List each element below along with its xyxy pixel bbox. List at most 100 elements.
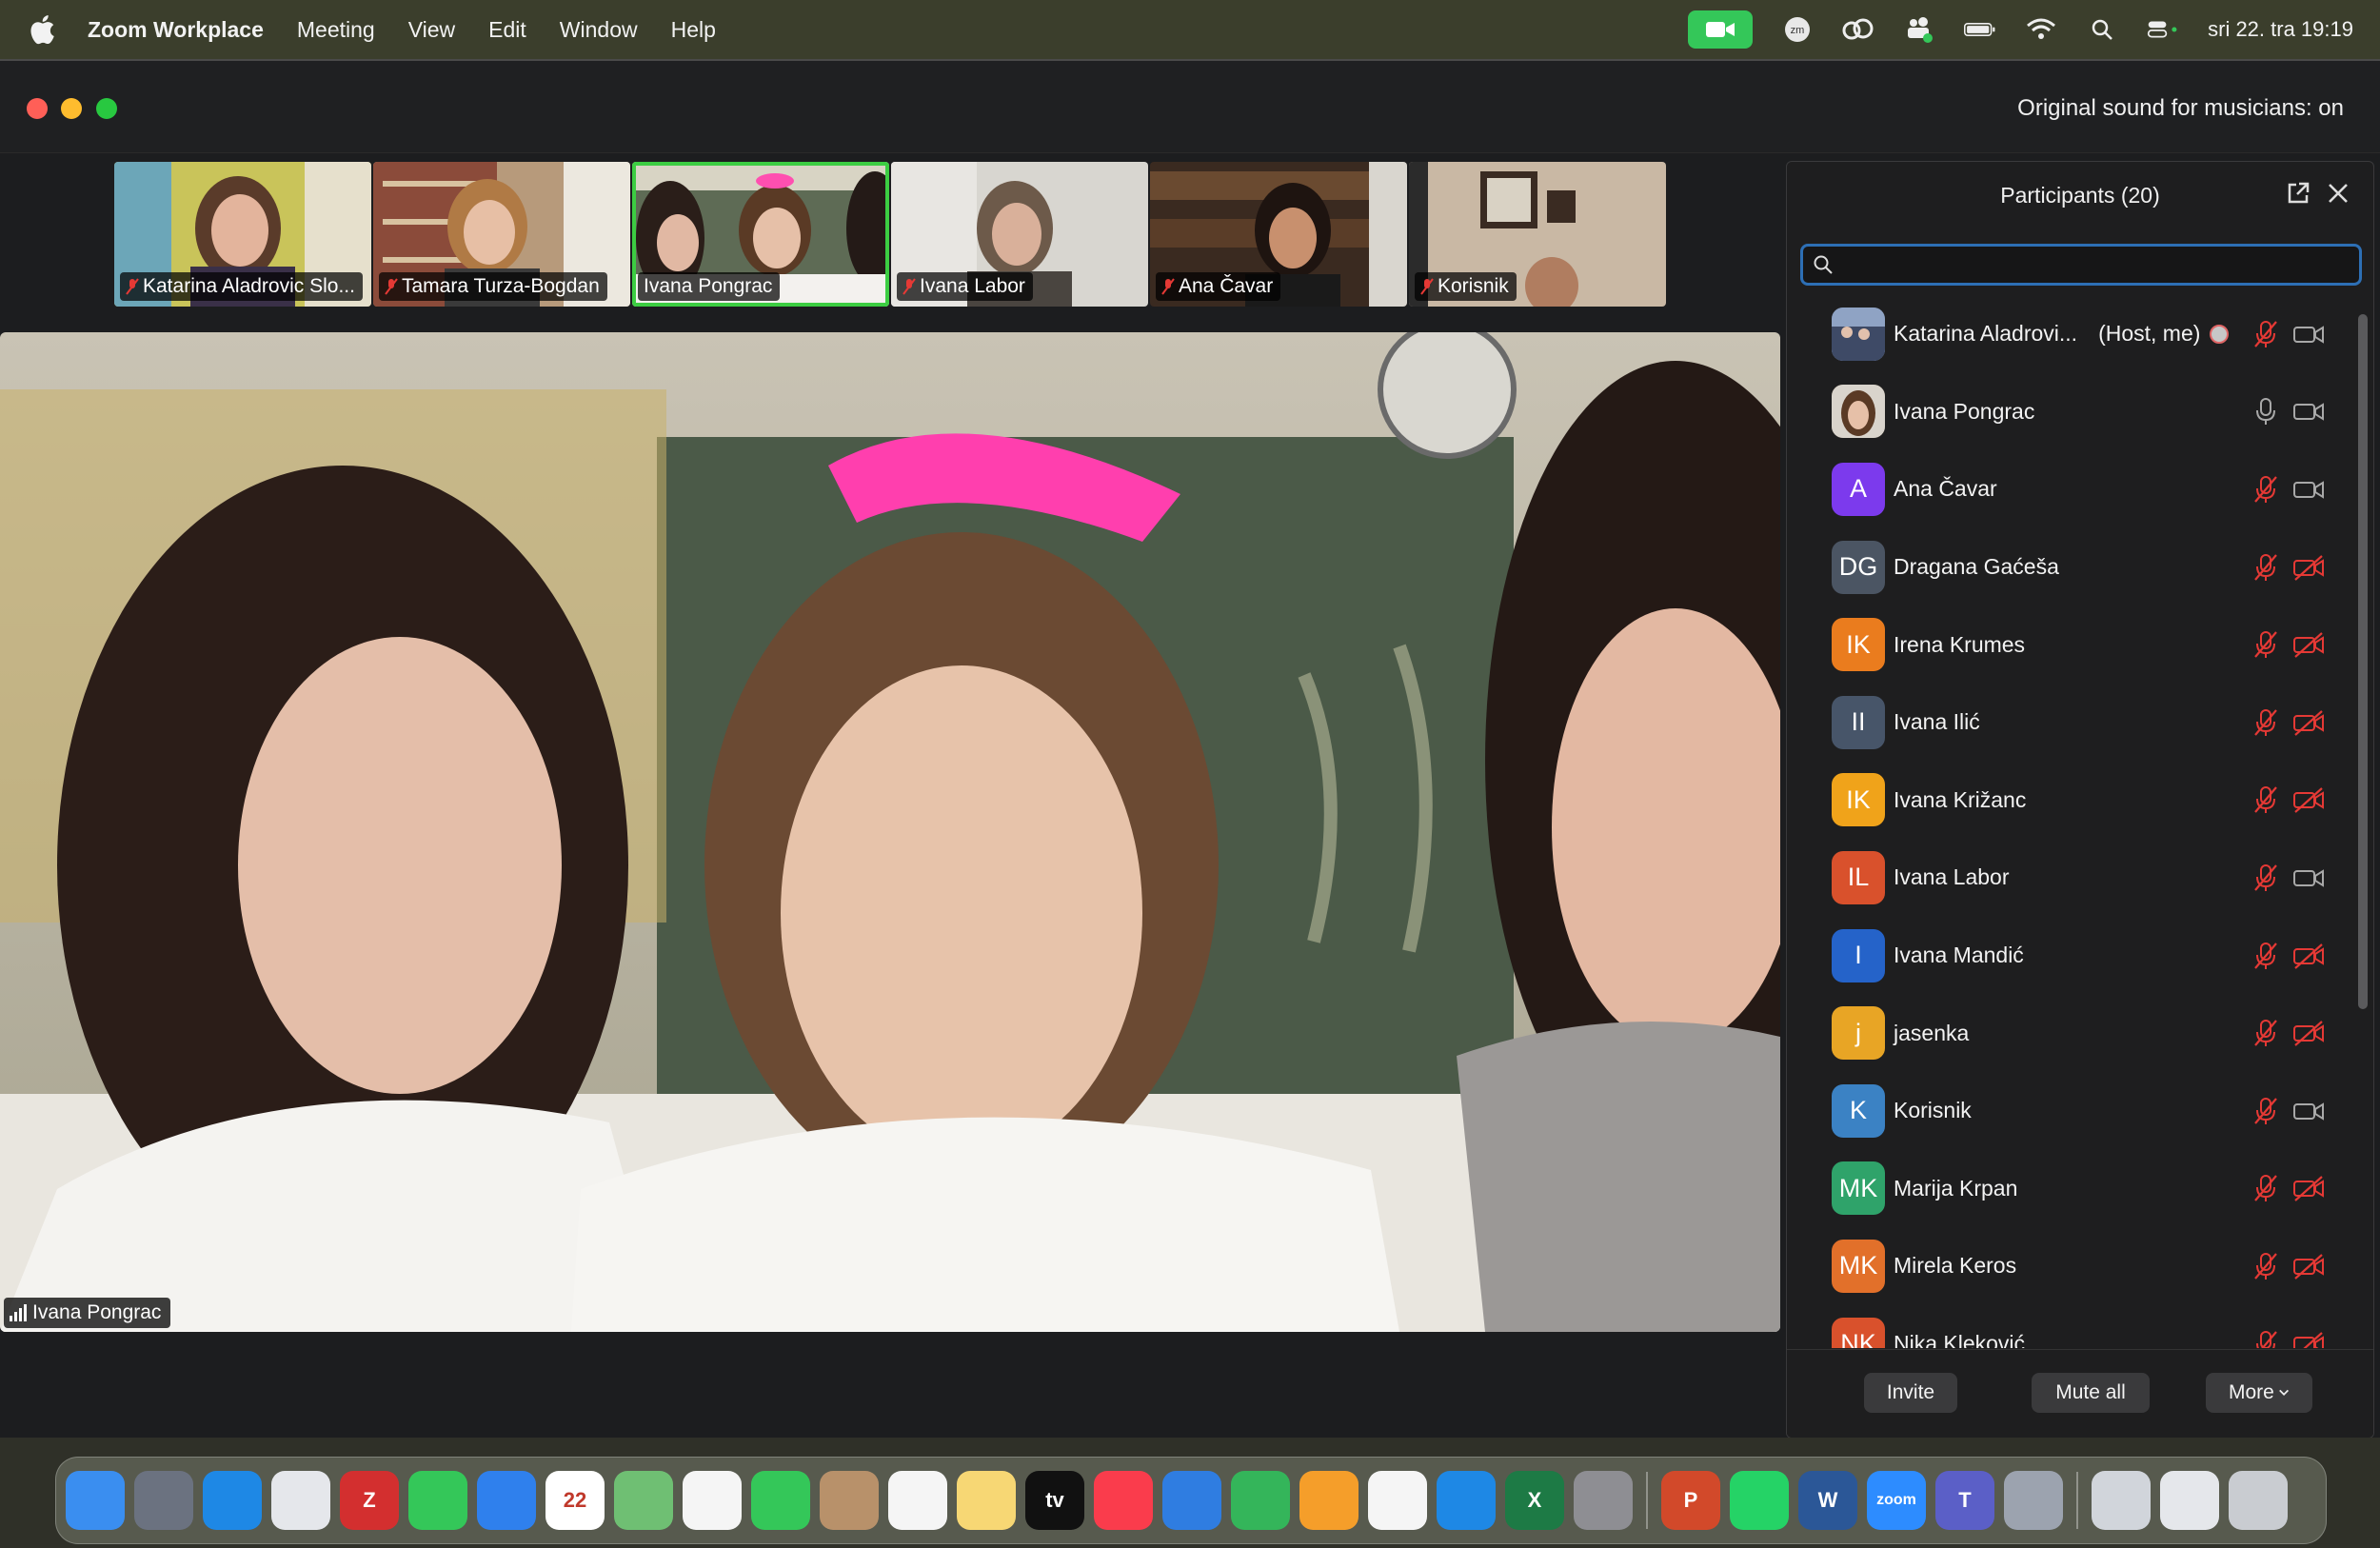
chrome-icon[interactable] [271,1471,330,1530]
camera-on-icon[interactable] [2291,318,2326,350]
reminders-icon[interactable] [888,1471,947,1530]
downloads-icon[interactable] [2092,1471,2151,1530]
muted-mic-icon[interactable] [2250,862,2282,894]
numbers-icon[interactable] [1231,1471,1290,1530]
original-sound-status[interactable]: Original sound for musicians: on [2017,95,2344,122]
participant-row[interactable]: NK Nika Kleković [1787,1305,2358,1348]
calendar-icon[interactable]: 22 [545,1471,605,1530]
participant-row[interactable]: DG Dragana Gaćeša [1787,528,2358,606]
teams-icon[interactable]: T [1935,1471,1994,1530]
muted-mic-icon[interactable] [2250,318,2282,350]
muted-mic-icon[interactable] [2250,1328,2282,1348]
muted-mic-icon[interactable] [2250,473,2282,506]
participant-row[interactable]: IK Irena Krumes [1787,605,2358,684]
excel-icon[interactable]: X [1505,1471,1564,1530]
zotero-icon[interactable]: Z [340,1471,399,1530]
participant-row[interactable]: K Korisnik [1787,1072,2358,1150]
menu-window[interactable]: Window [560,17,638,43]
participant-row[interactable]: IK Ivana Križanc [1787,762,2358,840]
camera-off-icon[interactable] [2291,1017,2326,1049]
participant-row[interactable]: I Ivana Mandić [1787,917,2358,995]
menu-app-name[interactable]: Zoom Workplace [88,17,264,43]
video-thumbnail[interactable]: Katarina Aladrovic Slo... [114,162,371,307]
music-icon[interactable] [1094,1471,1153,1530]
participants-scrollbar[interactable] [2358,314,2368,1009]
powerpoint-icon[interactable]: P [1661,1471,1720,1530]
notes-icon[interactable] [957,1471,1016,1530]
camera-off-icon[interactable] [2291,940,2326,972]
more-button[interactable]: More [2206,1373,2312,1413]
menu-view[interactable]: View [408,17,455,43]
window-minimize-button[interactable] [61,98,82,119]
participant-search-input[interactable] [1841,248,2340,281]
photos-icon[interactable] [683,1471,742,1530]
active-speaker-video[interactable]: Ivana Pongrac [0,332,1780,1332]
video-thumbnail-active-speaker[interactable]: Ivana Pongrac [632,162,889,307]
menu-edit[interactable]: Edit [488,17,526,43]
participant-row[interactable]: Katarina Aladrovi... (Host, me) [1787,295,2358,373]
mail-icon[interactable] [477,1471,536,1530]
control-center-icon[interactable] [2147,13,2179,46]
maps-icon[interactable] [614,1471,673,1530]
menu-meeting[interactable]: Meeting [297,17,375,43]
preview-icon[interactable] [2004,1471,2063,1530]
close-icon[interactable] [2326,181,2350,206]
camera-on-icon[interactable] [2291,1095,2326,1127]
participant-row[interactable]: j jasenka [1787,994,2358,1072]
mic-on-icon[interactable] [2250,395,2282,427]
safari-icon[interactable] [203,1471,262,1530]
participant-row[interactable]: Ivana Pongrac [1787,373,2358,451]
camera-off-icon[interactable] [2291,706,2326,739]
whatsapp-icon[interactable] [1730,1471,1789,1530]
camera-in-use-icon[interactable] [1688,10,1754,49]
menu-help[interactable]: Help [671,17,716,43]
facetime-icon[interactable] [751,1471,810,1530]
launchpad-icon[interactable] [134,1471,193,1530]
appletv-icon[interactable]: tv [1025,1471,1084,1530]
apple-menu-icon[interactable] [29,13,55,46]
teams-status-icon[interactable] [1903,13,1935,46]
window-close-button[interactable] [27,98,48,119]
camera-on-icon[interactable] [2291,862,2326,894]
contacts-icon[interactable] [820,1471,879,1530]
camera-off-icon[interactable] [2291,1250,2326,1282]
participant-row[interactable]: MK Marija Krpan [1787,1150,2358,1228]
finder-icon[interactable] [66,1471,125,1530]
settings-icon[interactable] [1574,1471,1633,1530]
trash-icon[interactable] [2229,1471,2288,1530]
video-thumbnail[interactable]: Ivana Labor [891,162,1148,307]
camera-on-icon[interactable] [2291,395,2326,427]
zoom-icon[interactable]: zoom [1867,1471,1926,1530]
participant-row[interactable]: IL Ivana Labor [1787,839,2358,917]
appstore-icon[interactable] [1437,1471,1496,1530]
muted-mic-icon[interactable] [2250,784,2282,816]
pages-icon[interactable] [1299,1471,1359,1530]
muted-mic-icon[interactable] [2250,1095,2282,1127]
camera-on-icon[interactable] [2291,473,2326,506]
camera-off-icon[interactable] [2291,551,2326,584]
camera-off-icon[interactable] [2291,628,2326,661]
battery-icon[interactable] [1964,13,1996,46]
video-thumbnail[interactable]: Ana Čavar [1150,162,1407,307]
video-thumbnail[interactable]: Tamara Turza-Bogdan [373,162,630,307]
participant-row[interactable]: II Ivana Ilić [1787,684,2358,762]
camera-off-icon[interactable] [2291,1328,2326,1348]
muted-mic-icon[interactable] [2250,1250,2282,1282]
muted-mic-icon[interactable] [2250,706,2282,739]
wifi-icon[interactable] [2025,13,2057,46]
keynote-icon[interactable] [1162,1471,1221,1530]
pop-out-icon[interactable] [2286,181,2311,206]
word-icon[interactable]: W [1798,1471,1857,1530]
muted-mic-icon[interactable] [2250,1017,2282,1049]
participant-row[interactable]: A Ana Čavar [1787,450,2358,528]
muted-mic-icon[interactable] [2250,551,2282,584]
camera-off-icon[interactable] [2291,1172,2326,1204]
freeform-icon[interactable] [1368,1471,1427,1530]
window-maximize-button[interactable] [96,98,117,119]
muted-mic-icon[interactable] [2250,628,2282,661]
zoom-menubar-icon[interactable]: zm [1781,13,1814,46]
spotlight-search-icon[interactable] [2086,13,2118,46]
messages-icon[interactable] [408,1471,467,1530]
participant-search-box[interactable] [1800,244,2362,286]
menubar-clock[interactable]: sri 22. tra 19:19 [2208,17,2353,42]
